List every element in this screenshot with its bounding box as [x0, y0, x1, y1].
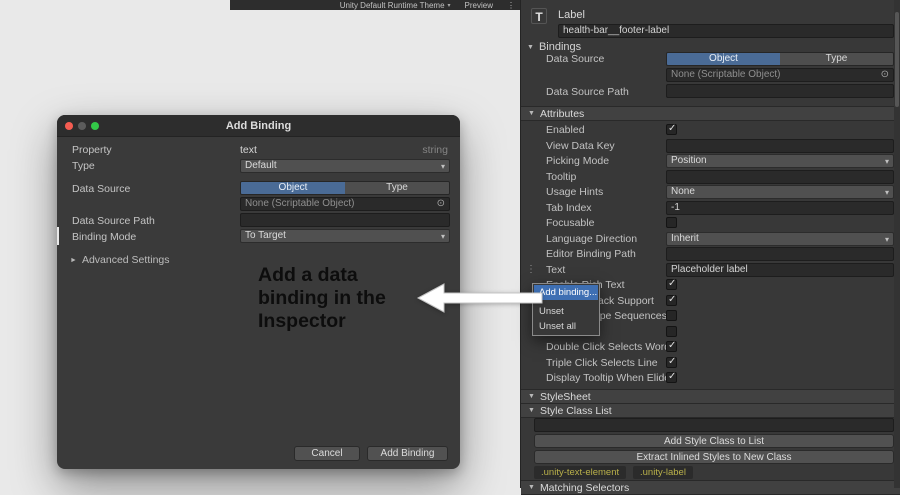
style-class-pill[interactable]: .unity-text-element: [534, 466, 627, 479]
tooltip-field[interactable]: [666, 169, 894, 184]
modified-indicator: [57, 227, 59, 245]
emoji-fallback-support-checkbox[interactable]: [666, 294, 677, 306]
data-source-toggle: Object Type: [666, 52, 894, 66]
data-source-label: Data Source: [546, 53, 605, 65]
chevron-down-icon: ▾: [447, 2, 451, 9]
add-style-class-button[interactable]: Add Style Class to List: [534, 434, 894, 448]
inspector-panel: T Label health-bar__footer-label ▼ Bindi…: [520, 0, 900, 495]
data-source-toggle: Object Type: [240, 181, 450, 195]
inspector-scrollbar: [894, 0, 900, 488]
element-type: Label: [558, 9, 585, 21]
attribute-row-tooltip: Tooltip: [521, 169, 900, 185]
picking-mode-dropdown[interactable]: Position ▾: [666, 154, 894, 168]
text-field[interactable]: Placeholder label: [666, 262, 894, 277]
object-picker-icon[interactable]: ⊙: [881, 69, 889, 81]
foldout-open-icon: ▼: [528, 393, 535, 400]
binding-mode-label: Binding Mode: [72, 231, 137, 243]
object-picker-icon[interactable]: ⊙: [437, 198, 445, 210]
triple-click-selects-line-checkbox[interactable]: [666, 356, 677, 368]
focusable-checkbox[interactable]: [666, 217, 677, 228]
drag-handle-icon[interactable]: ⋮: [526, 263, 536, 277]
data-source-path-label: Data Source Path: [72, 215, 155, 227]
extract-inlined-styles-button[interactable]: Extract Inlined Styles to New Class: [534, 450, 894, 464]
advanced-settings-foldout[interactable]: ► Advanced Settings: [70, 254, 170, 266]
attribute-row-focusable: Focusable: [521, 215, 900, 231]
preview-toggle[interactable]: Preview: [465, 1, 493, 10]
attribute-row-usage-hints: Usage Hints None ▾: [521, 184, 900, 200]
chevron-down-icon: ▾: [440, 162, 445, 171]
chevron-down-icon: ▾: [884, 157, 889, 166]
dialog-title: Add Binding: [225, 120, 292, 132]
attribute-row-picking-mode: Picking Mode Position ▾: [521, 153, 900, 169]
enable-rich-text-checkbox[interactable]: [666, 278, 677, 290]
foldout-open-icon: ▼: [528, 110, 535, 117]
display-tooltip-when-elided-checkbox[interactable]: [666, 371, 677, 383]
attribute-row-language-direction: Language Direction Inherit ▾: [521, 231, 900, 247]
cancel-button[interactable]: Cancel: [294, 446, 360, 461]
chevron-down-icon: ▾: [884, 234, 889, 244]
attribute-row-tab-index: Tab Index -1: [521, 200, 900, 216]
attribute-row-display-tooltip-when-elided: Display Tooltip When Elided: [521, 370, 900, 386]
theme-dropdown[interactable]: Unity Default Runtime Theme ▾: [340, 1, 451, 10]
menu-item-unset-all[interactable]: Unset all: [534, 319, 598, 334]
scrollbar-thumb[interactable]: [895, 12, 899, 107]
foldout-open-icon: ▼: [527, 43, 534, 51]
attribute-row-triple-click-selects-line: Triple Click Selects Line: [521, 355, 900, 371]
object-field[interactable]: None (Scriptable Object) ⊙: [666, 68, 894, 82]
attributes-header[interactable]: ▼ Attributes: [521, 106, 900, 121]
foldout-open-icon: ▼: [528, 407, 535, 414]
overflow-menu-icon[interactable]: ⋮: [507, 1, 515, 10]
data-source-path-label: Data Source Path: [546, 86, 629, 98]
binding-mode-dropdown[interactable]: To Target ▾: [240, 229, 450, 243]
language-direction-dropdown[interactable]: Inherit ▾: [666, 231, 894, 246]
data-source-path-field[interactable]: [666, 84, 894, 98]
property-type-hint: string: [422, 144, 448, 156]
property-value: text: [240, 144, 257, 156]
style-class-list-header[interactable]: ▼ Style Class List: [521, 403, 900, 418]
attributes-rows: Enabled View Data Key Picking Mode Posit…: [521, 122, 900, 386]
stylesheet-header[interactable]: ▼ StyleSheet: [521, 389, 900, 404]
usage-hints-dropdown[interactable]: None ▾: [666, 185, 894, 199]
data-source-path-field[interactable]: [240, 213, 450, 227]
add-binding-button[interactable]: Add Binding: [367, 446, 448, 461]
style-class-pill[interactable]: .unity-label: [633, 466, 693, 479]
dialog-titlebar[interactable]: Add Binding: [57, 115, 460, 137]
object-tab[interactable]: Object: [241, 182, 345, 194]
close-button[interactable]: [65, 122, 73, 130]
editor-binding-path-field[interactable]: [666, 247, 894, 261]
data-source-label: Data Source: [72, 183, 131, 195]
attribute-row-text: ⋮ Text Placeholder label: [521, 262, 900, 278]
attribute-row-editor-binding-path: Editor Binding Path: [521, 246, 900, 262]
element-name-field[interactable]: health-bar__footer-label: [558, 24, 894, 38]
viewport-toolbar: Unity Default Runtime Theme ▾ Preview ⋮: [230, 0, 520, 10]
attribute-row-double-click-selects-word: Double Click Selects Word: [521, 339, 900, 355]
double-click-selects-word-checkbox[interactable]: [666, 340, 677, 352]
type-label: Type: [72, 160, 95, 172]
minimize-button[interactable]: [78, 122, 86, 130]
zoom-button[interactable]: [91, 122, 99, 130]
style-class-input[interactable]: [534, 418, 894, 432]
foldout-closed-icon: ►: [70, 256, 77, 264]
enabled-checkbox[interactable]: [666, 123, 677, 135]
property-label: Property: [72, 144, 112, 156]
object-field[interactable]: None (Scriptable Object) ⊙: [240, 197, 450, 211]
chevron-down-icon: ▾: [884, 188, 889, 197]
label-element-icon: T: [531, 8, 547, 24]
type-dropdown[interactable]: Default ▾: [240, 159, 450, 173]
callout-arrow-icon: [416, 283, 543, 313]
tab-index-field[interactable]: -1: [666, 200, 894, 215]
selectable-checkbox[interactable]: [666, 325, 677, 337]
view-data-key-field[interactable]: [666, 138, 894, 153]
chevron-down-icon: ▾: [440, 232, 445, 241]
attribute-row-view-data-key: View Data Key: [521, 138, 900, 154]
object-tab[interactable]: Object: [667, 53, 780, 65]
callout-text: Add a data binding in the Inspector: [258, 264, 386, 332]
type-tab[interactable]: Type: [780, 53, 893, 65]
parse-escape-sequences-checkbox[interactable]: [666, 310, 677, 321]
attribute-row-enabled: Enabled: [521, 122, 900, 138]
type-tab[interactable]: Type: [345, 182, 449, 194]
